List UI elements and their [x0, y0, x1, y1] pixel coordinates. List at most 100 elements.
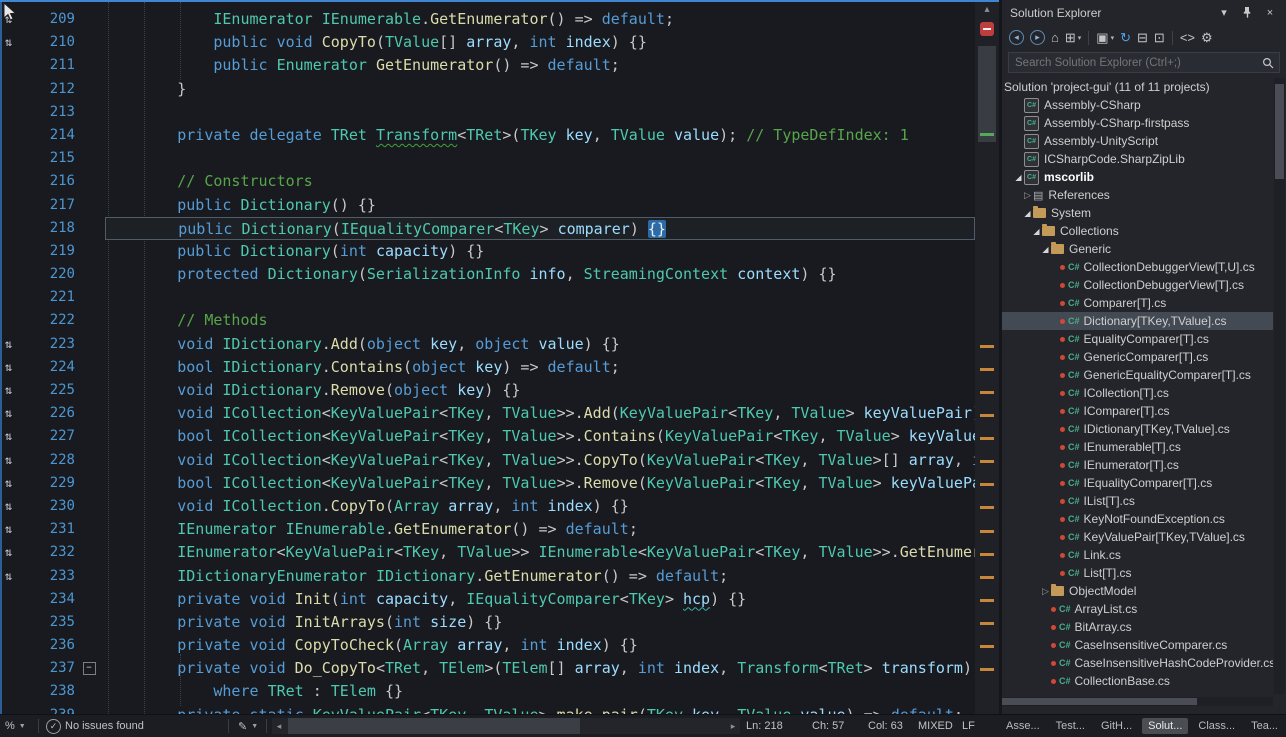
code-line-213[interactable]: [105, 101, 975, 124]
solution-explorer-titlebar[interactable]: Solution Explorer ▾×: [1002, 0, 1286, 25]
tree-item-caseinsensitivehashcodeprovider-cs[interactable]: C#CaseInsensitiveHashCodeProvider.cs: [1002, 654, 1273, 672]
navigate-arrows-icon[interactable]: ⇅: [0, 333, 31, 356]
tree-item-ienumerator-t-cs[interactable]: C#IEnumerator[T].cs: [1002, 456, 1273, 474]
gutter-row-231[interactable]: ⇅231: [0, 518, 105, 541]
switch-views-button[interactable]: ⊞▾: [1062, 28, 1084, 48]
tree-item-ilist-t-cs[interactable]: C#IList[T].cs: [1002, 492, 1273, 510]
char-indicator[interactable]: Ch: 57: [812, 715, 844, 737]
tree-item-genericequalitycomparer-t-cs[interactable]: C#GenericEqualityComparer[T].cs: [1002, 366, 1273, 384]
tree-item-assembly-csharp[interactable]: C#Assembly-CSharp: [1002, 96, 1273, 114]
view-code-button[interactable]: <>: [1177, 28, 1198, 48]
search-input[interactable]: [1008, 52, 1280, 73]
code-line-239[interactable]: private static KeyValuePair<TKey, TValue…: [105, 704, 975, 714]
navigate-arrows-icon[interactable]: ⇅: [0, 356, 31, 379]
issues-indicator[interactable]: ✓ No issues found: [46, 715, 144, 737]
code-line-231[interactable]: IEnumerator IEnumerable.GetEnumerator() …: [105, 518, 975, 541]
gutter-row-222[interactable]: 222: [0, 309, 105, 332]
code-line-224[interactable]: bool IDictionary.Contains(object key) =>…: [105, 356, 975, 379]
tree-item-keynotfoundexception-cs[interactable]: C#KeyNotFoundException.cs: [1002, 510, 1273, 528]
code-line-223[interactable]: void IDictionary.Add(object key, object …: [105, 333, 975, 356]
gutter-row-214[interactable]: 214: [0, 124, 105, 147]
tree-item-mscorlib[interactable]: ◢C#mscorlib: [1002, 168, 1273, 186]
code-line-226[interactable]: void ICollection<KeyValuePair<TKey, TVal…: [105, 402, 975, 425]
code-line-209[interactable]: IEnumerator IEnumerable.GetEnumerator() …: [105, 8, 975, 31]
gutter-row-229[interactable]: ⇅229: [0, 472, 105, 495]
scrollbar-thumb[interactable]: [288, 718, 580, 734]
tool-tab-gith[interactable]: GitH...: [1095, 718, 1138, 734]
back-button[interactable]: ◂: [1006, 28, 1027, 48]
code-line-215[interactable]: [105, 147, 975, 170]
code-line-236[interactable]: private void CopyToCheck(Array array, in…: [105, 634, 975, 657]
navigate-arrows-icon[interactable]: ⇅: [0, 425, 31, 448]
gutter-row-236[interactable]: 236: [0, 634, 105, 657]
tool-tab-tea[interactable]: Tea...: [1245, 718, 1284, 734]
tree-item-collections[interactable]: ◢Collections: [1002, 222, 1273, 240]
tree-item-ienumerable-t-cs[interactable]: C#IEnumerable[T].cs: [1002, 438, 1273, 456]
tree-item-collectiondebuggerview-t-u-cs[interactable]: C#CollectionDebuggerView[T,U].cs: [1002, 258, 1273, 276]
tree-item-comparer-t-cs[interactable]: C#Comparer[T].cs: [1002, 294, 1273, 312]
gutter-row-223[interactable]: ⇅223: [0, 333, 105, 356]
tree-item-genericcomparer-t-cs[interactable]: C#GenericComparer[T].cs: [1002, 348, 1273, 366]
gutter-row-221[interactable]: 221: [0, 286, 105, 309]
scrollbar-thumb[interactable]: [978, 46, 996, 142]
tree-item-assembly-csharp-firstpass[interactable]: C#Assembly-CSharp-firstpass: [1002, 114, 1273, 132]
scroll-right-icon[interactable]: ▸: [726, 718, 740, 734]
editor-gutter[interactable]: ⇅209⇅21021121221321421521621721821922022…: [0, 2, 105, 714]
tree-horizontal-scrollbar[interactable]: [1002, 697, 1273, 706]
expander-icon[interactable]: ◢: [1022, 209, 1033, 218]
tree-item-keyvaluepair-tkey-tvalue-cs[interactable]: C#KeyValuePair[TKey,TValue].cs: [1002, 528, 1273, 546]
tree-item-icsharpcode-sharpziplib[interactable]: C#ICSharpCode.SharpZipLib: [1002, 150, 1273, 168]
forward-button[interactable]: ▸: [1027, 28, 1048, 48]
code-line-227[interactable]: bool ICollection<KeyValuePair<TKey, TVal…: [105, 425, 975, 448]
gutter-row-230[interactable]: ⇅230: [0, 495, 105, 518]
gutter-row-232[interactable]: ⇅232: [0, 541, 105, 564]
code-line-233[interactable]: IDictionaryEnumerator IDictionary.GetEnu…: [105, 565, 975, 588]
code-line-218[interactable]: public Dictionary(IEqualityComparer<TKey…: [105, 217, 975, 240]
tree-item-generic[interactable]: ◢Generic: [1002, 240, 1273, 258]
scrollbar-thumb[interactable]: [1002, 698, 1197, 705]
code-line-217[interactable]: public Dictionary() {}: [105, 194, 975, 217]
gutter-row-211[interactable]: 211: [0, 54, 105, 77]
gutter-row-234[interactable]: 234: [0, 588, 105, 611]
encoding-indicator[interactable]: MIXED: [918, 715, 953, 737]
fold-collapse-icon[interactable]: −: [83, 662, 96, 675]
navigate-arrows-icon[interactable]: ⇅: [0, 565, 31, 588]
code-line-237[interactable]: private void Do_CopyTo<TRet, TElem>(TEle…: [105, 657, 975, 680]
code-line-219[interactable]: public Dictionary(int capacity) {}: [105, 240, 975, 263]
gutter-row-224[interactable]: ⇅224: [0, 356, 105, 379]
file-health-error-icon[interactable]: [980, 22, 994, 36]
gutter-row-239[interactable]: 239: [0, 704, 105, 714]
code-line-216[interactable]: // Constructors: [105, 170, 975, 193]
tree-item-icomparer-t-cs[interactable]: C#IComparer[T].cs: [1002, 402, 1273, 420]
tree-item-arraylist-cs[interactable]: C#ArrayList.cs: [1002, 600, 1273, 618]
code-line-230[interactable]: void ICollection.CopyTo(Array array, int…: [105, 495, 975, 518]
line-indicator[interactable]: Ln: 218: [746, 715, 783, 737]
scroll-up-icon[interactable]: ▴: [975, 4, 999, 15]
pin-icon[interactable]: [1239, 5, 1255, 21]
tree-item-references[interactable]: ▷▤References: [1002, 186, 1273, 204]
tree-item-iequalitycomparer-t-cs[interactable]: C#IEqualityComparer[T].cs: [1002, 474, 1273, 492]
code-line-210[interactable]: public void CopyTo(TValue[] array, int i…: [105, 31, 975, 54]
code-editor[interactable]: ⇅209⇅21021121221321421521621721821922022…: [0, 0, 999, 714]
tree-item-collectiondebuggerview-t-cs[interactable]: C#CollectionDebuggerView[T].cs: [1002, 276, 1273, 294]
home-button[interactable]: ⌂: [1048, 28, 1062, 48]
gutter-row-217[interactable]: 217: [0, 194, 105, 217]
eol-indicator[interactable]: LF: [962, 715, 975, 737]
code-line-222[interactable]: // Methods: [105, 309, 975, 332]
gutter-row-216[interactable]: 216: [0, 170, 105, 193]
gutter-row-227[interactable]: ⇅227: [0, 425, 105, 448]
tree-item-icollection-t-cs[interactable]: C#ICollection[T].cs: [1002, 384, 1273, 402]
gutter-row-219[interactable]: 219: [0, 240, 105, 263]
tool-tab-solut[interactable]: Solut...: [1142, 718, 1188, 734]
navigate-arrows-icon[interactable]: ⇅: [0, 402, 31, 425]
tree-item-objectmodel[interactable]: ▷ObjectModel: [1002, 582, 1273, 600]
tree-item-collectionbase-cs[interactable]: C#CollectionBase.cs: [1002, 672, 1273, 690]
navigate-arrows-icon[interactable]: ⇅: [0, 518, 31, 541]
code-line-221[interactable]: [105, 286, 975, 309]
gutter-row-213[interactable]: 213: [0, 101, 105, 124]
code-line-229[interactable]: bool ICollection<KeyValuePair<TKey, TVal…: [105, 472, 975, 495]
gutter-row-233[interactable]: ⇅233: [0, 565, 105, 588]
navigate-arrows-icon[interactable]: ⇅: [0, 472, 31, 495]
code-line-211[interactable]: public Enumerator GetEnumerator() => def…: [105, 54, 975, 77]
code-area[interactable]: IEnumerator IEnumerable.GetEnumerator() …: [105, 2, 975, 714]
